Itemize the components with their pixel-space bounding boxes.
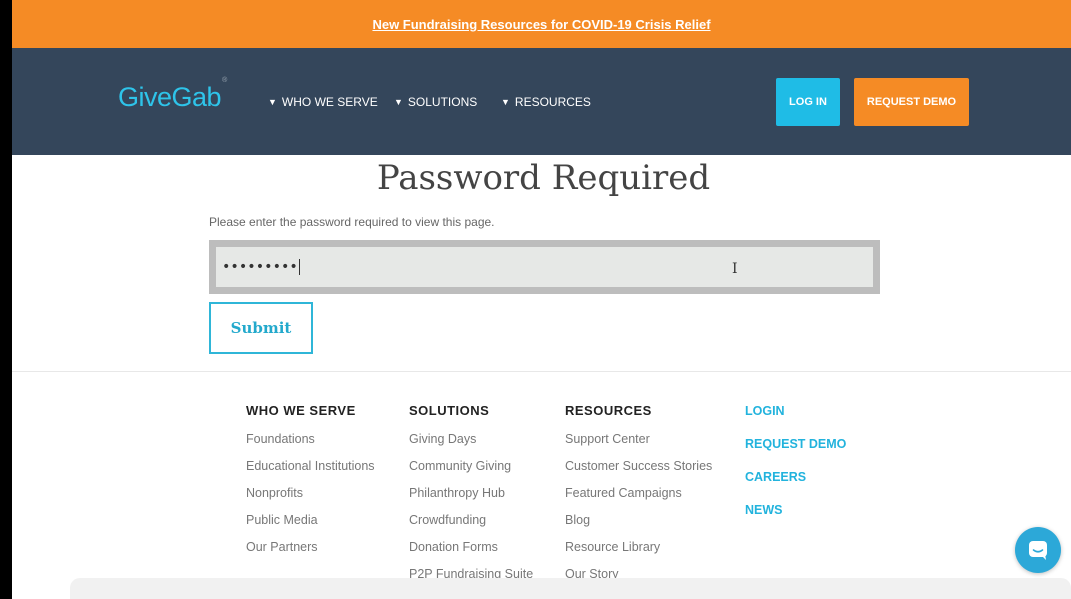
footer-link[interactable]: Support Center: [565, 432, 712, 446]
footer-link[interactable]: Donation Forms: [409, 540, 533, 554]
promo-banner: New Fundraising Resources for COVID-19 C…: [12, 0, 1071, 48]
footer-careers-link[interactable]: CAREERS: [745, 470, 846, 484]
footer-link[interactable]: Crowdfunding: [409, 513, 533, 527]
bottom-bar: [70, 578, 1071, 599]
page-title: Password Required: [376, 158, 711, 198]
footer-heading-who-we-serve: WHO WE SERVE: [246, 403, 356, 418]
caret-down-icon: ▼: [501, 97, 510, 107]
submit-button[interactable]: Submit: [209, 302, 313, 354]
password-value: •••••••••: [222, 259, 298, 275]
logo-registered-mark: ®: [222, 77, 227, 84]
nav-resources[interactable]: ▼ RESOURCES: [501, 95, 591, 109]
footer-request-demo-link[interactable]: REQUEST DEMO: [745, 437, 846, 451]
footer-link[interactable]: Educational Institutions: [246, 459, 375, 473]
footer-link[interactable]: Community Giving: [409, 459, 533, 473]
login-button[interactable]: LOG IN: [776, 78, 840, 126]
footer-link[interactable]: Nonprofits: [246, 486, 375, 500]
nav-who-we-serve-label: WHO WE SERVE: [281, 95, 378, 109]
footer-link[interactable]: Resource Library: [565, 540, 712, 554]
caret-down-icon: ▼: [268, 97, 277, 107]
caret-down-icon: ▼: [394, 97, 403, 107]
password-instructions: Please enter the password required to vi…: [209, 215, 495, 229]
footer-login-link[interactable]: LOGIN: [745, 404, 846, 418]
footer-link[interactable]: Customer Success Stories: [565, 459, 712, 473]
footer-link[interactable]: Public Media: [246, 513, 375, 527]
nav-resources-label: RESOURCES: [514, 95, 591, 109]
footer-heading-resources: RESOURCES: [565, 403, 652, 418]
nav-solutions[interactable]: ▼ SOLUTIONS: [394, 95, 477, 109]
footer-link[interactable]: Foundations: [246, 432, 375, 446]
top-nav: GiveGab® ▼ WHO WE SERVE ▼ SOLUTIONS ▼ RE…: [12, 48, 1071, 155]
footer-link[interactable]: Giving Days: [409, 432, 533, 446]
footer-col-who-we-serve: WHO WE SERVE Foundations Educational Ins…: [246, 403, 375, 567]
logo-text: GiveGab: [118, 82, 222, 112]
page: New Fundraising Resources for COVID-19 C…: [12, 0, 1071, 599]
nav-solutions-label: SOLUTIONS: [407, 95, 478, 109]
footer-link[interactable]: Blog: [565, 513, 712, 527]
text-caret: [298, 259, 300, 275]
footer-news-link[interactable]: NEWS: [745, 503, 846, 517]
logo[interactable]: GiveGab®: [118, 77, 227, 113]
nav-who-we-serve[interactable]: ▼ WHO WE SERVE: [268, 95, 378, 109]
footer-link[interactable]: Our Partners: [246, 540, 375, 554]
footer-link[interactable]: Featured Campaigns: [565, 486, 712, 500]
text-cursor-icon: I: [732, 261, 738, 277]
password-field-frame: •••••••••: [209, 240, 880, 294]
footer-col-solutions: SOLUTIONS Giving Days Community Giving P…: [409, 403, 533, 594]
promo-link[interactable]: New Fundraising Resources for COVID-19 C…: [372, 17, 710, 32]
footer-col-links: LOGIN REQUEST DEMO CAREERS NEWS: [745, 404, 846, 536]
divider: [12, 371, 1071, 372]
footer-col-resources: RESOURCES Support Center Customer Succes…: [565, 403, 712, 594]
request-demo-button[interactable]: REQUEST DEMO: [854, 78, 969, 126]
footer-heading-solutions: SOLUTIONS: [409, 403, 490, 418]
footer-link[interactable]: Philanthropy Hub: [409, 486, 533, 500]
chat-bubble-icon[interactable]: [1015, 527, 1061, 573]
password-input[interactable]: •••••••••: [216, 247, 873, 287]
